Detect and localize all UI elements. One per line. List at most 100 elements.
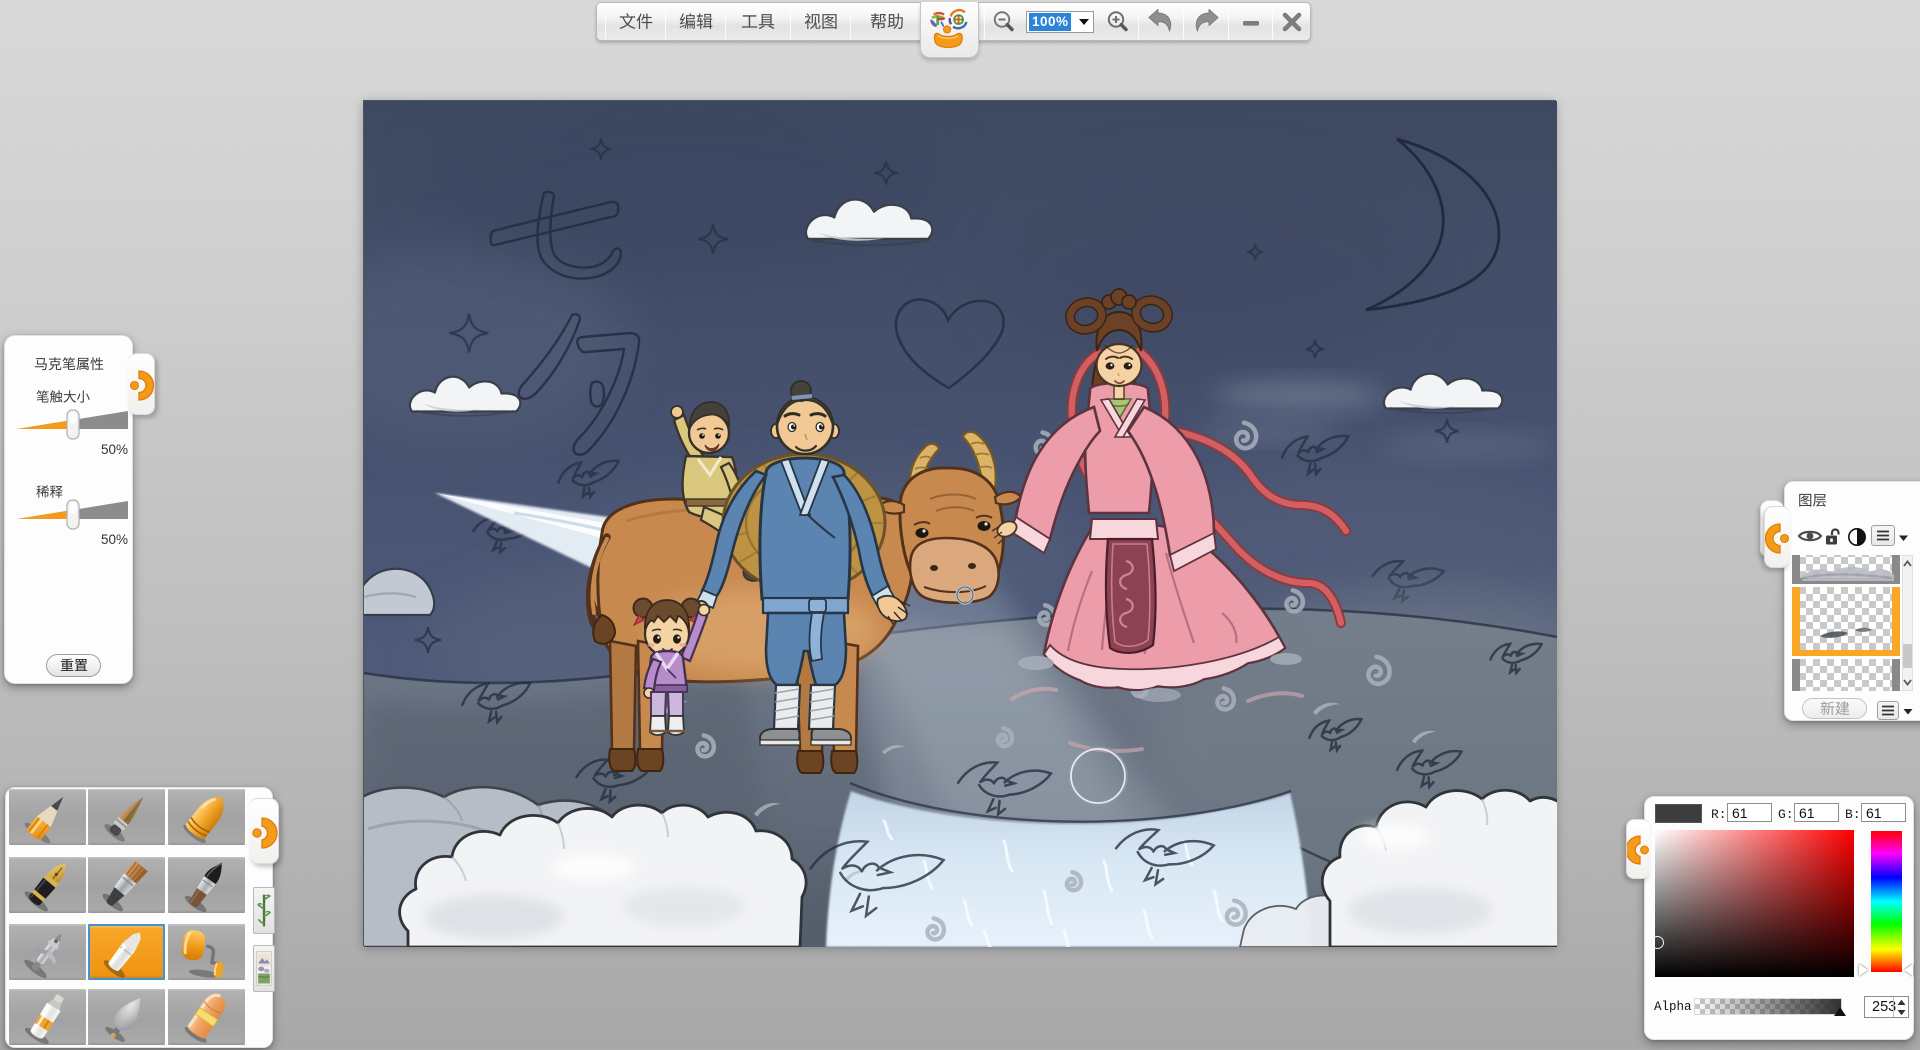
current-color-swatch	[1655, 804, 1702, 823]
crayon-icon	[183, 797, 224, 844]
opacity-icon[interactable]	[1847, 527, 1867, 547]
bottom-menu-arrow[interactable]	[1903, 708, 1913, 715]
alpha-slider[interactable]	[1694, 998, 1846, 1016]
zoom-level-value: 100%	[1029, 12, 1071, 31]
menu-tools[interactable]	[726, 3, 790, 40]
tool-crayon[interactable]	[168, 789, 245, 845]
zoom-out-icon	[993, 10, 1014, 31]
tool-flat-brush[interactable]	[88, 857, 165, 913]
panel-title	[5, 355, 132, 371]
zoom-dropdown-arrow[interactable]	[1079, 18, 1089, 25]
green-label: G:	[1778, 807, 1794, 822]
alpha-spinner[interactable]	[1893, 997, 1908, 1017]
brush-size-label	[36, 388, 90, 403]
menu-help[interactable]	[851, 3, 922, 40]
redo-button[interactable]	[1184, 3, 1228, 40]
menu-view[interactable]	[791, 3, 850, 40]
redo-icon	[1195, 8, 1219, 31]
app-logo[interactable]	[920, 2, 979, 58]
layer-list	[1792, 555, 1900, 691]
artwork-qixi-painting	[364, 101, 1557, 947]
layer-item-top[interactable]	[1792, 555, 1900, 584]
zoom-in-icon	[1107, 10, 1128, 31]
close-button[interactable]	[1273, 3, 1310, 40]
layer-bottom-menu-button[interactable]	[1877, 701, 1899, 720]
alpha-spin-up[interactable]	[1894, 997, 1908, 1007]
layer-menu-arrow[interactable]	[1898, 534, 1909, 542]
tool-airbrush[interactable]	[9, 924, 86, 980]
marker-properties-panel: 50% 50%	[4, 335, 155, 684]
smudge-icon	[105, 997, 141, 1042]
scroll-up-icon[interactable]	[1903, 560, 1912, 568]
zoom-level-combobox[interactable]: 100%	[1026, 10, 1094, 33]
dilution-value: 50%	[101, 532, 129, 547]
alpha-spin-down[interactable]	[1894, 1007, 1908, 1017]
paint-tube-icon	[24, 994, 64, 1044]
red-label: R:	[1711, 807, 1727, 822]
toolbox-grip[interactable]	[249, 798, 279, 864]
menu-lines-icon	[1877, 530, 1889, 541]
grip-icon	[1625, 835, 1649, 865]
dilution-slider[interactable]	[5, 492, 134, 532]
green-input[interactable]: 61	[1794, 803, 1839, 822]
eraser-icon	[184, 993, 226, 1043]
layer-item-bottom[interactable]	[1792, 659, 1900, 691]
tool-pencil[interactable]	[9, 789, 86, 845]
brush-toolbox-panel	[5, 787, 279, 1048]
red-input[interactable]: 61	[1727, 803, 1772, 822]
lock-icon[interactable]	[1823, 527, 1843, 546]
grip-icon	[1764, 523, 1790, 554]
tool-smudge[interactable]	[88, 989, 165, 1045]
undo-button[interactable]	[1139, 3, 1183, 40]
blue-label: B:	[1845, 807, 1861, 822]
undo-icon	[1148, 8, 1172, 31]
alpha-marker[interactable]	[1834, 1007, 1846, 1016]
menu-file[interactable]	[606, 3, 665, 40]
visibility-icon[interactable]	[1797, 527, 1823, 545]
sv-cursor[interactable]	[1651, 936, 1664, 949]
brush-size-value: 50%	[101, 442, 129, 457]
picture-stamp-button[interactable]	[253, 945, 275, 992]
bamboo-stamp-button[interactable]	[253, 887, 275, 934]
color-grip[interactable]	[1625, 819, 1650, 879]
tool-marker[interactable]	[88, 924, 165, 980]
zoom-in-button[interactable]	[1098, 3, 1138, 40]
menu-edit[interactable]	[666, 3, 725, 40]
airbrush-icon	[24, 933, 63, 979]
close-icon	[1282, 12, 1301, 31]
sketch-stick-icon	[104, 796, 144, 842]
tool-fountain-pen[interactable]	[9, 857, 86, 913]
menu-lines-icon	[1882, 705, 1894, 716]
scrollbar-thumb[interactable]	[1903, 644, 1912, 668]
layers-grip[interactable]	[1764, 506, 1790, 568]
hue-marker-right[interactable]	[1904, 964, 1913, 976]
tool-eraser[interactable]	[168, 989, 245, 1045]
tool-ink-brush[interactable]	[168, 857, 245, 913]
hue-slider[interactable]	[1871, 831, 1902, 972]
new-layer-button[interactable]	[1802, 698, 1867, 719]
layer-scrollbar[interactable]	[1902, 555, 1913, 691]
drawing-canvas[interactable]	[363, 100, 1557, 947]
tool-paint-tube[interactable]	[9, 989, 86, 1045]
tool-sketch-stick[interactable]	[88, 789, 165, 845]
grip-icon	[252, 817, 278, 849]
brush-size-slider[interactable]	[5, 402, 134, 442]
reset-button[interactable]	[46, 654, 101, 677]
layers-panel	[1760, 481, 1920, 721]
minimize-icon	[1242, 20, 1259, 26]
ink-brush-icon	[184, 862, 223, 912]
pencil-icon	[24, 796, 64, 844]
minimize-button[interactable]	[1229, 3, 1272, 40]
layer-item-selected[interactable]	[1792, 587, 1900, 656]
zoom-out-button[interactable]	[985, 3, 1022, 40]
hue-marker-left[interactable]	[1859, 964, 1868, 976]
blue-input[interactable]: 61	[1861, 803, 1906, 822]
flat-brush-icon	[102, 859, 148, 912]
color-picker-panel: R: 61 G: 61 B: 61 Alpha 253	[1625, 796, 1914, 1040]
tool-paint-roller[interactable]	[168, 924, 245, 980]
scroll-down-icon[interactable]	[1903, 678, 1912, 686]
picture-stamp-icon	[256, 951, 272, 986]
saturation-value-picker[interactable]	[1651, 830, 1854, 977]
layer-menu-button[interactable]	[1871, 525, 1895, 546]
bamboo-stamp-icon	[257, 894, 272, 927]
